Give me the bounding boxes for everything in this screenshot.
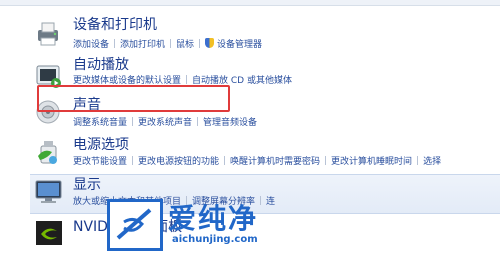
top-divider bbox=[0, 0, 500, 6]
link-list: 添加设备 添加打印机 鼠标 设备管理器 bbox=[73, 38, 262, 51]
link-list: 调整系统音量 更改系统声音 管理音频设备 bbox=[73, 117, 257, 129]
red-highlight-frame bbox=[37, 85, 230, 112]
category-devices-printers: 设备和打印机 添加设备 添加打印机 鼠标 设备管理器 bbox=[0, 16, 500, 56]
link-add-printer[interactable]: 添加打印机 bbox=[120, 39, 165, 51]
link-separator bbox=[197, 117, 199, 126]
link-add-device[interactable]: 添加设备 bbox=[73, 39, 109, 51]
link-change-system-sounds[interactable]: 更改系统声音 bbox=[138, 117, 192, 129]
link-adjust-volume[interactable]: 调整系统音量 bbox=[73, 117, 127, 129]
link-separator bbox=[114, 39, 116, 48]
link-separator bbox=[224, 156, 226, 165]
watermark-brand: 爱纯净 bbox=[168, 202, 259, 235]
category-power-options: 电源选项 更改节能设置 更改电源按钮的功能 唤醒计算机时需要密码 更改计算机睡眠时间选… bbox=[0, 136, 500, 176]
display-icon bbox=[34, 178, 64, 206]
link-separator bbox=[132, 117, 134, 126]
category-title[interactable]: 设备和打印机 bbox=[73, 17, 157, 33]
link-separator bbox=[260, 196, 262, 205]
category-title[interactable]: 自动播放 bbox=[73, 57, 129, 73]
link-separator bbox=[417, 156, 419, 165]
power-icon bbox=[34, 138, 64, 166]
link-separator bbox=[199, 39, 201, 48]
link-separator bbox=[170, 39, 172, 48]
printer-icon bbox=[34, 20, 64, 48]
link-list: 更改节能设置 更改电源按钮的功能 唤醒计算机时需要密码 更改计算机睡眠时间 选择 bbox=[73, 156, 441, 168]
nvidia-icon bbox=[34, 219, 64, 247]
uac-shield-icon bbox=[205, 38, 215, 48]
link-separator bbox=[132, 156, 134, 165]
link-password-on-wake[interactable]: 唤醒计算机时需要密码 bbox=[230, 156, 320, 168]
link-separator bbox=[186, 75, 188, 84]
watermark-logo-icon bbox=[107, 199, 163, 251]
category-title[interactable]: 电源选项 bbox=[73, 137, 129, 153]
category-title[interactable]: 显示 bbox=[73, 177, 101, 193]
link-choose[interactable]: 选择 bbox=[423, 156, 441, 168]
link-mouse[interactable]: 鼠标 bbox=[176, 39, 194, 51]
link-change-power-saving[interactable]: 更改节能设置 bbox=[73, 156, 127, 168]
link-power-button-function[interactable]: 更改电源按钮的功能 bbox=[138, 156, 219, 168]
link-separator bbox=[325, 156, 327, 165]
link-connect[interactable]: 连 bbox=[266, 196, 275, 208]
link-manage-audio-devices[interactable]: 管理音频设备 bbox=[203, 117, 257, 129]
link-device-manager[interactable]: 设备管理器 bbox=[217, 39, 262, 51]
link-sleep-time[interactable]: 更改计算机睡眠时间 bbox=[331, 156, 412, 168]
watermark-url: aichunjing.com bbox=[172, 234, 258, 245]
